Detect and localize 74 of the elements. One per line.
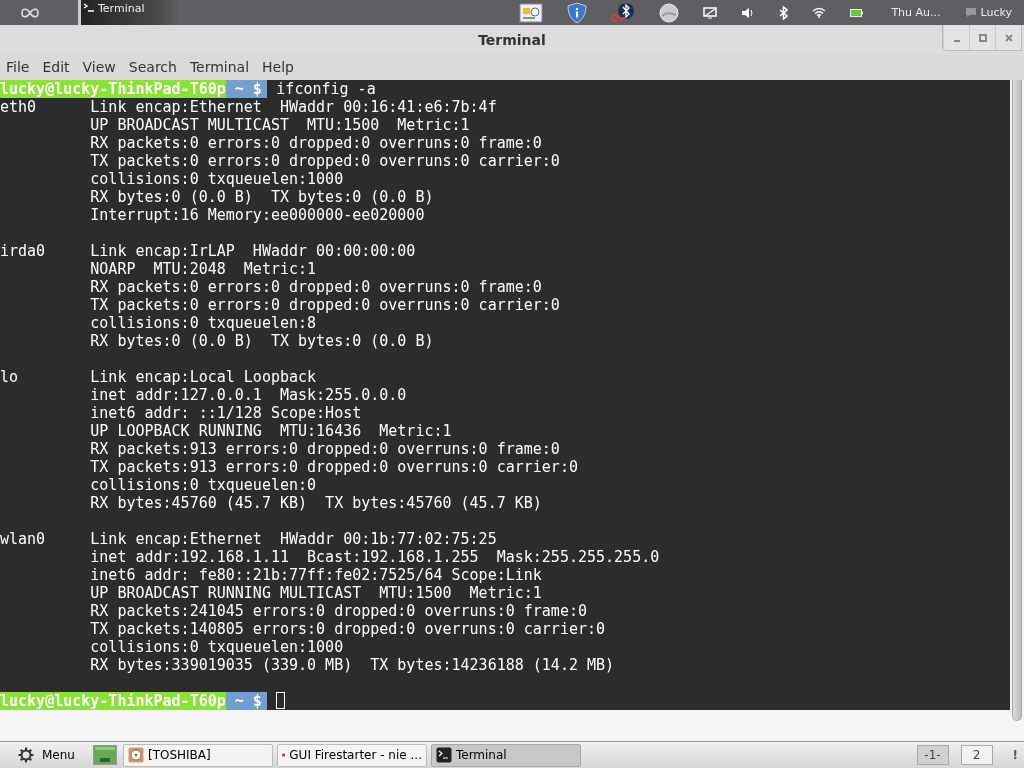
output-line: UP BROADCAST MULTICAST MTU:1500 Metric:1 — [90, 115, 470, 134]
interface-name: lo — [0, 367, 19, 386]
taskbar-task[interactable]: Terminal — [430, 743, 581, 767]
workspace-button[interactable]: 2 — [960, 745, 993, 765]
output-line: NOARP MTU:2048 Metric:1 — [90, 259, 317, 278]
show-desktop-icon[interactable] — [92, 745, 117, 765]
menu-button[interactable]: Menu — [2, 743, 89, 767]
output-line: Link encap:Ethernet HWaddr 00:1b:77:02:75:25 — [90, 529, 497, 548]
output-line: collisions:0 txqueuelen:1000 — [90, 637, 344, 656]
output-line: RX bytes:0 (0.0 B) TX bytes:0 (0.0 B) — [90, 331, 434, 350]
output-line: RX packets:0 errors:0 dropped:0 overruns:0 frame:0 — [90, 277, 542, 296]
output-line: TX packets:0 errors:0 dropped:0 overruns:0 carrier:0 — [90, 295, 560, 314]
minimize-icon — [953, 39, 960, 42]
output-line: RX bytes:339019035 (339.0 MB) TX bytes:14236188 (14.2 MB) — [90, 655, 615, 674]
interface-name: irda0 — [0, 241, 46, 260]
output-line: UP LOOPBACK RUNNING MTU:16436 Metric:1 — [90, 421, 452, 440]
terminal-output[interactable] — [0, 79, 1010, 710]
output-line: RX packets:0 errors:0 dropped:0 overruns:0 frame:0 — [90, 133, 542, 152]
interface-name: wlan0 — [0, 529, 46, 548]
output-line: TX packets:140805 errors:0 dropped:0 overruns:0 carrier:0 — [90, 619, 606, 638]
output-line: RX packets:913 errors:0 dropped:0 overruns:0 frame:0 — [90, 439, 560, 458]
task-label: Terminal — [98, 2, 145, 15]
chat-icon — [964, 7, 977, 18]
volume-icon[interactable] — [741, 6, 756, 19]
output-line: collisions:0 txqueuelen:1000 — [90, 169, 344, 188]
output-line: TX packets:913 errors:0 dropped:0 overruns:0 carrier:0 — [90, 457, 578, 476]
taskbar-task[interactable]: [TOSHIBA] — [122, 743, 273, 767]
output-line: RX packets:241045 errors:0 dropped:0 overruns:0 frame:0 — [90, 601, 587, 620]
prompt-user-host: lucky@lucky-ThinkPad-T60p — [0, 691, 226, 710]
infinity-icon[interactable] — [20, 6, 40, 19]
scrollbar[interactable] — [1012, 79, 1022, 721]
bluetooth-icon[interactable] — [779, 5, 789, 20]
terminal-icon — [83, 3, 95, 13]
output-line: collisions:0 txqueuelen:8 — [90, 313, 317, 332]
battery-icon[interactable] — [850, 8, 864, 17]
menu-item[interactable]: Edit — [42, 59, 70, 76]
output-line: inet6 addr: fe80::21b:77ff:fe02:7525/64 Scope:Link — [90, 565, 542, 584]
menu-item[interactable]: View — [82, 59, 116, 76]
clock[interactable]: Thu Au... — [891, 6, 941, 19]
menu-item[interactable]: Search — [128, 59, 177, 76]
taskbar-task[interactable]: GUI Firestarter - nie ... — [276, 743, 427, 767]
disk-icon — [127, 747, 144, 763]
command-text: ifconfig -a — [276, 79, 376, 98]
notification-indicator[interactable]: ! — [1012, 748, 1018, 762]
file-manager-icon[interactable] — [519, 2, 544, 23]
interface-name: eth0 — [0, 97, 37, 116]
display-icon[interactable] — [703, 6, 718, 19]
shield-icon[interactable] — [567, 1, 588, 24]
menu-item[interactable]: Help — [262, 59, 294, 76]
user-menu[interactable]: Lucky — [964, 6, 1012, 19]
workspace-button[interactable]: -1- — [916, 745, 949, 765]
output-line: inet6 addr: ::1/128 Scope:Host — [90, 403, 362, 422]
output-line: TX packets:0 errors:0 dropped:0 overruns:0 carrier:0 — [90, 151, 560, 170]
output-line: inet addr:127.0.0.1 Mask:255.0.0.0 — [90, 385, 407, 404]
gear-icon — [18, 747, 34, 763]
bluetooth-key-icon[interactable] — [611, 1, 636, 24]
output-line: Link encap:IrLAP HWaddr 00:00:00:00 — [90, 241, 416, 260]
prompt-path: ~ $ — [225, 691, 268, 710]
close-icon — [1004, 33, 1013, 42]
output-line: Link encap:Ethernet HWaddr 00:16:41:e6:7b:4f — [90, 97, 497, 116]
panel-task-button[interactable]: Terminal — [78, 0, 178, 25]
output-line: RX bytes:45760 (45.7 KB) TX bytes:45760 (45.7 KB) — [90, 493, 542, 512]
output-line: inet addr:192.168.1.11 Bcast:192.168.1.255 Mask:255.255.255.0 — [90, 547, 660, 566]
terminal-icon — [435, 747, 452, 763]
window-title: Terminal — [478, 31, 546, 48]
output-line: Link encap:Local Loopback — [90, 367, 317, 386]
output-line: collisions:0 txqueuelen:0 — [90, 475, 317, 494]
output-line: RX bytes:0 (0.0 B) TX bytes:0 (0.0 B) — [90, 187, 434, 206]
output-line: Interrupt:16 Memory:ee000000-ee020000 — [90, 205, 425, 224]
menu-item[interactable]: File — [6, 59, 30, 76]
maximize-icon — [978, 33, 987, 42]
wifi-icon[interactable] — [812, 7, 827, 18]
output-line: UP BROADCAST RUNNING MULTICAST MTU:1500 Metric:1 — [90, 583, 542, 602]
menu-item[interactable]: Terminal — [189, 59, 250, 76]
